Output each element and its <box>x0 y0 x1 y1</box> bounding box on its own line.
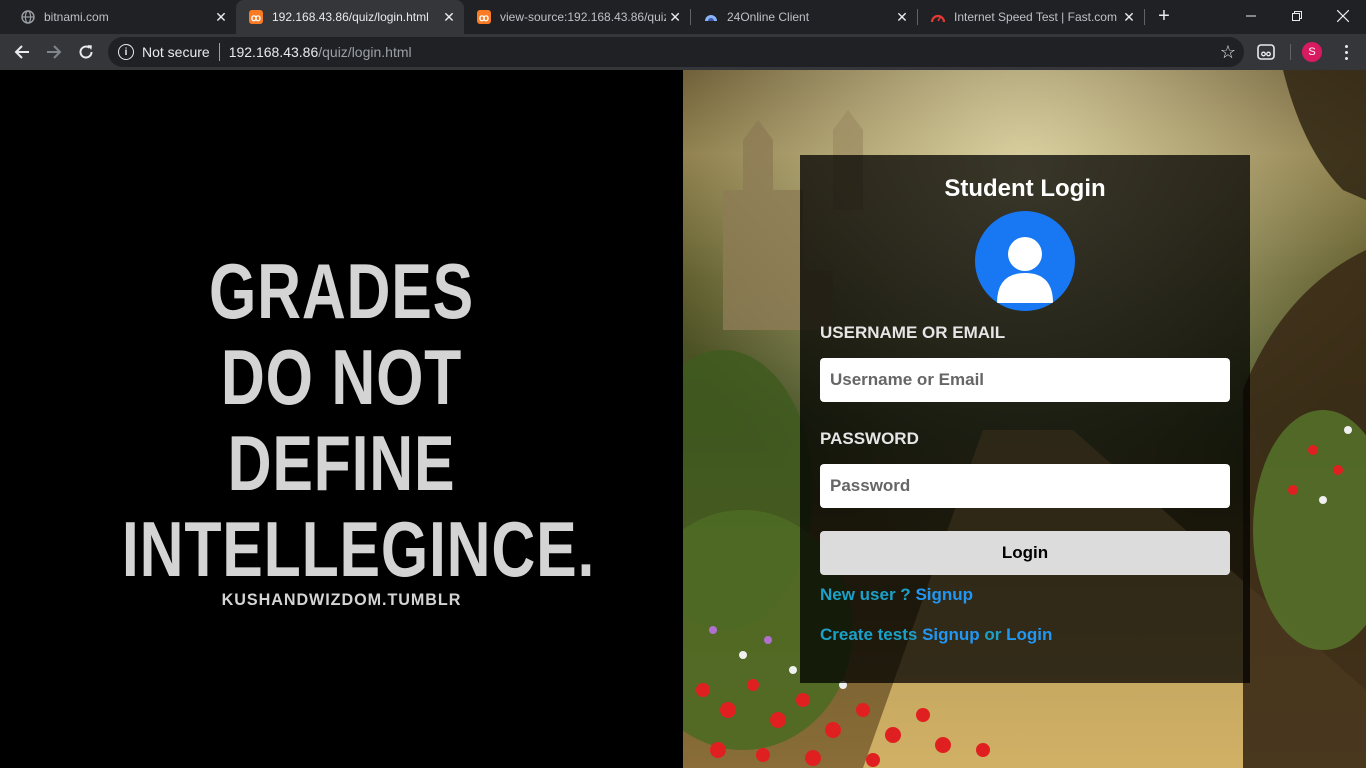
password-label: PASSWORD <box>820 429 919 448</box>
url-host: 192.168.43.86 <box>228 44 319 60</box>
new-user-row: New user ? Signup <box>820 585 973 605</box>
signup-link[interactable]: Signup <box>915 585 973 604</box>
tab-view-source[interactable]: ꝏ view-source:192.168.43.86/quiz ✕ <box>464 0 690 34</box>
close-tab-icon[interactable]: ✕ <box>1120 9 1138 26</box>
extension-button[interactable] <box>1256 42 1276 62</box>
arrow-left-icon <box>14 45 29 59</box>
close-window-button[interactable] <box>1320 0 1366 32</box>
login-form: Student Login USERNAME OR EMAIL PASSWORD… <box>800 155 1250 683</box>
forward-button[interactable] <box>40 38 68 66</box>
profile-avatar[interactable]: S <box>1302 42 1322 62</box>
login-button[interactable]: Login <box>820 531 1230 575</box>
reload-button[interactable] <box>72 38 100 66</box>
omnibox-divider <box>218 43 220 61</box>
tab-login[interactable]: ꝏ 192.168.43.86/quiz/login.html ✕ <box>236 0 464 34</box>
url-path: /quiz/login.html <box>318 44 412 60</box>
create-tests-row: Create tests Signup or Login <box>820 625 1052 645</box>
quote-image: GRADES DO NOT DEFINE INTELLEGINCE. KUSHA… <box>60 248 623 610</box>
or-text: or <box>984 625 1002 644</box>
restore-icon <box>1292 11 1302 21</box>
new-user-text: New user ? <box>820 585 911 604</box>
quote-line: INTELLEGINCE. <box>121 505 596 593</box>
toolbar-divider <box>1290 44 1291 60</box>
tab-fast[interactable]: Internet Speed Test | Fast.com ✕ <box>918 0 1144 34</box>
back-button[interactable] <box>8 38 36 66</box>
page-content: GRADES DO NOT DEFINE INTELLEGINCE. KUSHA… <box>0 70 1366 768</box>
tab-24online[interactable]: 24Online Client ✕ <box>691 0 917 34</box>
close-tab-icon[interactable]: ✕ <box>212 9 230 26</box>
extension-icon <box>1257 44 1275 60</box>
user-avatar-icon <box>975 211 1075 311</box>
svg-text:ꝏ: ꝏ <box>479 13 489 24</box>
cloud-icon <box>703 9 719 25</box>
bookmark-star-icon[interactable]: ☆ <box>1220 42 1236 62</box>
close-tab-icon[interactable]: ✕ <box>666 9 684 26</box>
tab-title: Internet Speed Test | Fast.com <box>954 10 1117 24</box>
xampp-icon: ꝏ <box>476 9 492 25</box>
quote-line: DEFINE <box>227 419 456 507</box>
minimize-button[interactable] <box>1228 0 1274 32</box>
info-icon[interactable]: i <box>118 44 134 60</box>
close-icon <box>1337 10 1349 22</box>
tab-title: bitnami.com <box>44 10 109 24</box>
tab-title: view-source:192.168.43.86/quiz <box>500 10 667 24</box>
browser-toolbar: i Not secure 192.168.43.86/quiz/login.ht… <box>0 34 1366 70</box>
tab-title: 192.168.43.86/quiz/login.html <box>272 10 429 24</box>
close-tab-icon[interactable]: ✕ <box>440 9 458 26</box>
globe-icon <box>20 9 36 25</box>
minimize-icon <box>1246 15 1256 17</box>
menu-icon[interactable] <box>1336 40 1356 64</box>
create-login-link[interactable]: Login <box>1006 625 1052 644</box>
restore-button[interactable] <box>1274 0 1320 32</box>
new-tab-button[interactable]: + <box>1152 5 1176 29</box>
username-input[interactable] <box>820 358 1230 402</box>
speedometer-icon <box>930 9 946 25</box>
create-tests-text: Create tests <box>820 625 918 644</box>
tab-separator <box>1144 9 1145 25</box>
fantasy-background: Student Login USERNAME OR EMAIL PASSWORD… <box>683 70 1366 768</box>
svg-text:ꝏ: ꝏ <box>251 13 261 24</box>
quote-line: DO NOT <box>220 333 463 421</box>
username-label: USERNAME OR EMAIL <box>820 323 1006 342</box>
address-bar[interactable]: i Not secure 192.168.43.86/quiz/login.ht… <box>108 37 1244 67</box>
quote-credit: KUSHANDWIZDOM.TUMBLR <box>221 590 462 609</box>
tab-strip: bitnami.com ✕ ꝏ 192.168.43.86/quiz/login… <box>0 0 1366 34</box>
tab-title: 24Online Client <box>727 10 810 24</box>
quote-line: GRADES <box>209 247 474 335</box>
xampp-icon: ꝏ <box>248 9 264 25</box>
password-input[interactable] <box>820 464 1230 508</box>
tab-bitnami[interactable]: bitnami.com ✕ <box>8 0 236 34</box>
quote-panel: GRADES DO NOT DEFINE INTELLEGINCE. KUSHA… <box>0 70 683 768</box>
create-signup-link[interactable]: Signup <box>922 625 980 644</box>
reload-icon <box>79 45 93 59</box>
security-label[interactable]: Not secure <box>142 44 210 60</box>
login-title: Student Login <box>944 175 1106 202</box>
close-tab-icon[interactable]: ✕ <box>893 9 911 26</box>
arrow-right-icon <box>47 45 62 59</box>
